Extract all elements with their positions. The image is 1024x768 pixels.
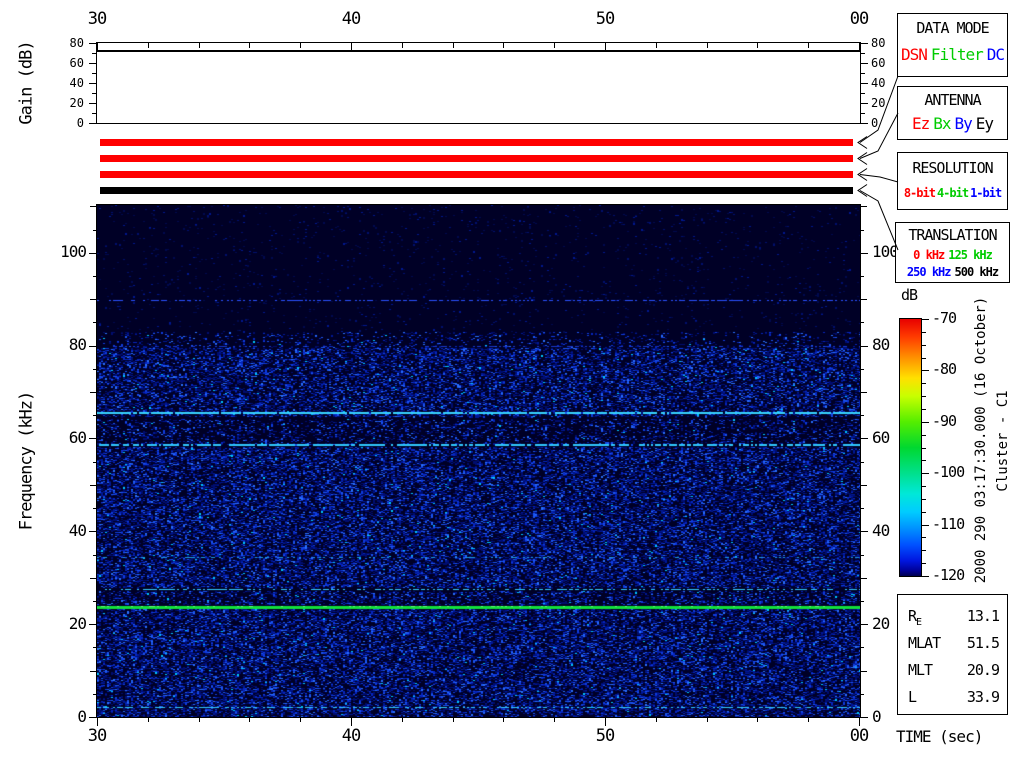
colorbar-tick-label: -120	[932, 568, 964, 583]
colorbar-title: dB	[901, 288, 917, 303]
option-4bit: 4-bit	[937, 187, 968, 199]
orbit-row-mlat: MLAT 51.5	[908, 636, 999, 657]
option-125khz: 125 kHz	[948, 249, 992, 261]
arrow-head-resolution	[858, 169, 867, 181]
arrow-head-data-mode	[858, 137, 867, 149]
datetime-vertical-label: 2000 290 03:17:30.000 (16 October)	[973, 297, 989, 584]
option-dsn: DSN	[901, 47, 927, 63]
frequency-ylabel: Frequency (kHz)	[19, 392, 36, 531]
orbit-row-re: RE 13.1	[908, 609, 999, 630]
option-500khz: 500 kHz	[955, 266, 999, 278]
bottom-xtick-label: 40	[342, 728, 360, 745]
orbit-row-mlt: MLT 20.9	[908, 663, 999, 684]
translation-options-row2: 250 kHz 500 kHz	[896, 266, 1009, 278]
bottom-xtick-label: 50	[596, 728, 614, 745]
option-1bit: 1-bit	[970, 187, 1001, 199]
resolution-box: RESOLUTION 8-bit 4-bit 1-bit	[897, 152, 1008, 210]
freq-ytick-label-left: 60	[40, 430, 86, 446]
option-ey: Ey	[976, 116, 993, 132]
status-bar-resolution	[100, 171, 853, 178]
colorbar-tick-label: -90	[932, 414, 956, 429]
status-bar-translation	[100, 187, 853, 194]
top-xtick-label: 50	[596, 11, 614, 28]
bottom-xtick-label: 30	[88, 728, 106, 745]
translation-title: TRANSLATION	[896, 228, 1009, 243]
orbit-label: MLAT	[908, 634, 940, 652]
gain-trace-line	[97, 50, 860, 52]
option-250khz: 250 kHz	[907, 266, 951, 278]
bottom-xtick-label: 00	[850, 728, 868, 745]
orbit-value: 20.9	[967, 663, 999, 684]
gain-ytick-label-left: 40	[52, 77, 84, 89]
top-xtick-label: 00	[850, 11, 868, 28]
gain-ytick-label-left: 80	[52, 37, 84, 49]
top-xtick-label: 40	[342, 11, 360, 28]
antenna-box: ANTENNA Ez Bx By Ey	[897, 86, 1008, 140]
gain-ylabel: Gain (dB)	[19, 41, 36, 124]
status-bar-antenna	[100, 155, 853, 162]
resolution-title: RESOLUTION	[898, 161, 1007, 176]
translation-options-row1: 0 kHz 125 kHz	[896, 249, 1009, 261]
spectrogram-canvas	[97, 205, 860, 717]
option-bx: Bx	[933, 116, 950, 132]
colorbar-tick-label: -100	[932, 465, 964, 480]
arrow-head-translation	[858, 185, 867, 197]
antenna-options: Ez Bx By Ey	[898, 116, 1007, 132]
colorbar	[899, 318, 922, 577]
orbit-label: R	[908, 607, 916, 625]
arrow-line-resolution	[860, 175, 898, 183]
arrow-head-antenna	[858, 153, 867, 165]
option-8bit: 8-bit	[904, 187, 935, 199]
freq-ytick-label-left: 100	[40, 244, 86, 260]
resolution-options: 8-bit 4-bit 1-bit	[898, 187, 1007, 199]
top-xtick-label: 30	[88, 11, 106, 28]
wbd-spectrogram-page: 30 40 50 00 Gain (dB) 80 60 40 20 0 80 6…	[0, 0, 1024, 768]
spacecraft-vertical-label: Cluster - C1	[995, 390, 1011, 491]
colorbar-tick-label: -70	[932, 311, 956, 326]
option-dc: DC	[987, 47, 1004, 63]
option-by: By	[955, 116, 972, 132]
orbit-value: 13.1	[967, 609, 999, 630]
orbit-info-box: RE 13.1 MLAT 51.5 MLT 20.9 L 33.9	[897, 594, 1008, 715]
antenna-title: ANTENNA	[898, 93, 1007, 108]
freq-ytick-label-left: 0	[40, 709, 86, 725]
orbit-row-l: L 33.9	[908, 690, 999, 711]
translation-box: TRANSLATION 0 kHz 125 kHz 250 kHz 500 kHz	[895, 222, 1010, 283]
orbit-value: 51.5	[967, 636, 999, 657]
colorbar-tick-label: -80	[932, 362, 956, 377]
time-axis-label: TIME (sec)	[896, 729, 982, 745]
data-mode-title: DATA MODE	[898, 21, 1007, 36]
colorbar-tick-label: -110	[932, 517, 964, 532]
gain-ytick-label-left: 0	[52, 117, 84, 129]
option-0khz: 0 kHz	[913, 249, 944, 261]
status-bar-data-mode	[100, 139, 853, 146]
orbit-value: 33.9	[967, 690, 999, 711]
option-ez: Ez	[912, 116, 929, 132]
data-mode-box: DATA MODE DSN Filter DC	[897, 13, 1008, 77]
freq-ytick-label-left: 40	[40, 523, 86, 539]
data-mode-options: DSN Filter DC	[898, 47, 1007, 63]
gain-ytick-label-left: 60	[52, 57, 84, 69]
gain-panel	[96, 42, 861, 124]
freq-ytick-label-left: 80	[40, 337, 86, 353]
orbit-label: MLT	[908, 661, 932, 679]
gain-ytick-label-left: 20	[52, 97, 84, 109]
freq-ytick-label-left: 20	[40, 616, 86, 632]
option-filter: Filter	[931, 47, 983, 63]
orbit-label: L	[908, 688, 916, 706]
